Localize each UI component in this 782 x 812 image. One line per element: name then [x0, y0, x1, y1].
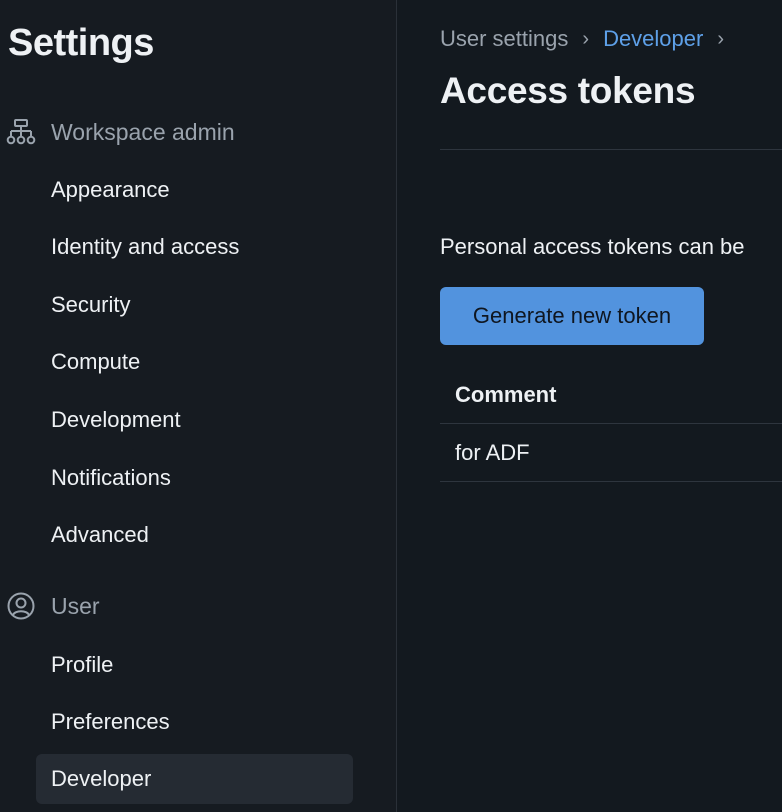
breadcrumb-separator-icon: ›: [717, 27, 725, 50]
sidebar-item-label: Advanced: [51, 522, 149, 547]
sidebar-item-notifications[interactable]: Notifications: [36, 453, 353, 503]
sidebar-item-advanced[interactable]: Advanced: [36, 510, 353, 560]
sidebar-item-label: Profile: [51, 652, 114, 677]
page-title: Access tokens: [440, 70, 696, 111]
section-header-user: User: [6, 590, 100, 622]
breadcrumb-separator-icon: ›: [582, 27, 590, 50]
sidebar-item-label: Preferences: [51, 709, 170, 734]
sidebar-item-label: Developer: [51, 766, 152, 791]
settings-window: Settings Workspace admin Appearance Iden…: [0, 0, 782, 812]
sidebar-item-profile[interactable]: Profile: [36, 640, 353, 690]
sidebar-item-label: Development: [51, 407, 181, 432]
sidebar-title: Settings: [8, 22, 154, 64]
settings-sidebar: Settings Workspace admin Appearance Iden…: [0, 0, 397, 812]
org-chart-icon: [6, 117, 36, 147]
sidebar-item-label: Identity and access: [51, 234, 240, 259]
table-cell-comment: for ADF: [455, 439, 530, 465]
breadcrumb: User settings › Developer ›: [440, 24, 738, 54]
main-content: User settings › Developer › Access token…: [397, 0, 782, 812]
section-header-label: Workspace admin: [51, 118, 235, 145]
sidebar-item-developer[interactable]: Developer: [36, 754, 353, 804]
sidebar-item-label: Security: [51, 292, 131, 317]
sidebar-item-compute[interactable]: Compute: [36, 337, 353, 387]
breadcrumb-developer[interactable]: Developer: [603, 26, 703, 52]
breadcrumb-user-settings[interactable]: User settings: [440, 26, 568, 52]
sidebar-item-label: Compute: [51, 349, 141, 374]
sidebar-item-development[interactable]: Development: [36, 395, 353, 445]
column-header-comment[interactable]: Comment: [455, 382, 556, 408]
table-row[interactable]: for ADF: [440, 424, 782, 482]
tokens-table: Comment for ADF: [440, 366, 782, 482]
sidebar-item-identity-and-access[interactable]: Identity and access: [36, 222, 353, 272]
sidebar-item-label: Appearance: [51, 177, 170, 202]
sidebar-item-appearance[interactable]: Appearance: [36, 165, 353, 215]
sidebar-item-preferences[interactable]: Preferences: [36, 697, 353, 747]
title-divider: [440, 149, 782, 150]
sidebar-item-label: Notifications: [51, 465, 171, 490]
table-header-row: Comment: [440, 366, 782, 424]
page-description: Personal access tokens can be: [440, 234, 745, 259]
section-header-label: User: [51, 592, 100, 619]
section-header-workspace-admin: Workspace admin: [6, 116, 235, 148]
sidebar-item-security[interactable]: Security: [36, 280, 353, 330]
user-circle-icon: [6, 591, 36, 621]
generate-new-token-button[interactable]: Generate new token: [440, 287, 704, 345]
